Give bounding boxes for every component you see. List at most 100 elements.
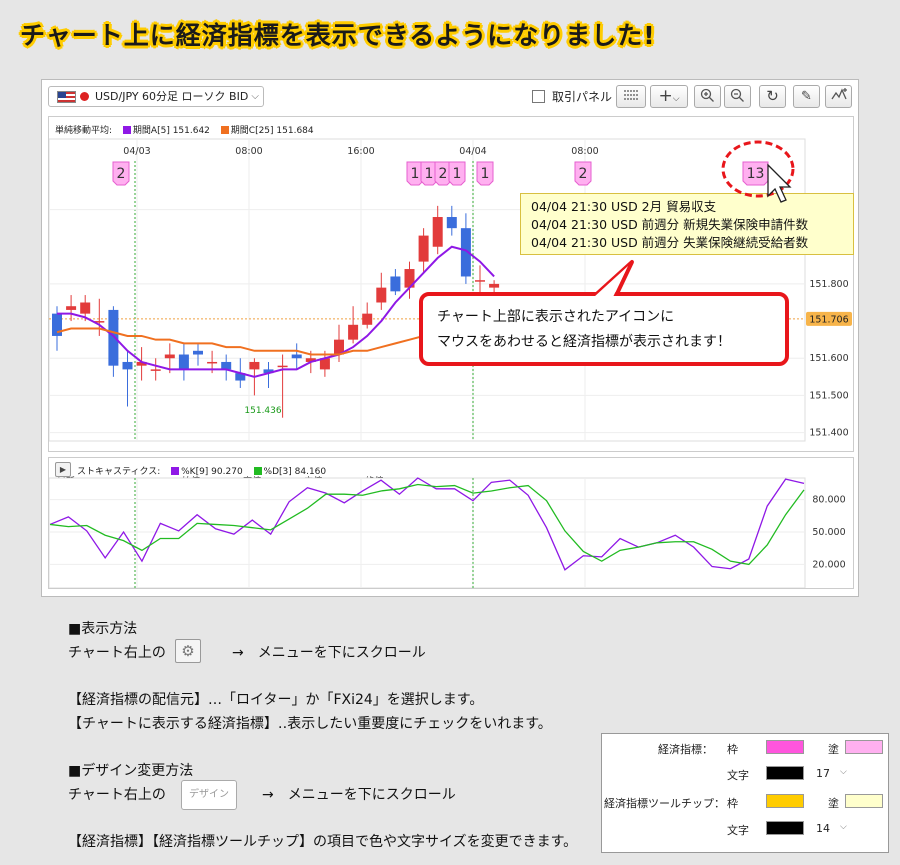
pen-icon: ✎ xyxy=(801,89,812,104)
tooltip-frame-color[interactable] xyxy=(766,794,804,808)
candle-body xyxy=(52,313,62,336)
current-price-label: 151.706 xyxy=(809,314,848,325)
candle-body xyxy=(291,354,302,359)
us-flag-icon xyxy=(57,91,76,103)
symbol-select-label: USD/JPY 60分足 ローソク BID xyxy=(95,90,249,103)
candle-body xyxy=(489,283,500,288)
event-marker-label: 1 xyxy=(411,166,420,182)
time-label: 04/03 xyxy=(123,146,150,157)
indicator-fill-label: 塗 xyxy=(828,743,839,756)
time-label: 08:00 xyxy=(571,146,598,157)
source-line: 【経済指標の配信元】…「ロイター」か「FXi24」を選択します。 xyxy=(68,692,484,708)
candle-body xyxy=(108,309,119,366)
crosshair-button[interactable]: +⌵ xyxy=(650,85,688,108)
zoom-in-icon xyxy=(700,88,714,102)
design-settings-panel: 経済指標： 枠 塗 文字 17 ⌵ 経済指標ツールチップ： 枠 塗 文字 14 … xyxy=(601,733,889,853)
chevron-down-icon[interactable]: ⌵ xyxy=(840,767,847,777)
tooltip-fill-color[interactable] xyxy=(845,794,883,808)
candle-body xyxy=(150,369,161,371)
candle-body xyxy=(475,280,485,282)
tooltip-fill-label: 塗 xyxy=(828,797,839,810)
candle-body xyxy=(390,276,401,292)
tooltip-label: 経済指標ツールチップ： xyxy=(604,797,725,810)
display-step-prefix: チャート右上の xyxy=(68,645,166,661)
event-marker-label: 2 xyxy=(579,166,588,182)
highlighted-marker-label: 13 xyxy=(747,166,765,182)
candle-body xyxy=(348,324,359,340)
crosshair-icon: + xyxy=(658,86,673,106)
tooltip-text-size[interactable]: 14 xyxy=(816,822,830,835)
low-price-label: 151.436 xyxy=(244,406,281,416)
explanation-callout: チャート上部に表示されたアイコンに マウスをあわせると経済指標が表示されます！ xyxy=(419,292,789,366)
reload-button[interactable]: ↻ xyxy=(759,85,786,108)
indicator-text-label: 文字 xyxy=(727,769,749,782)
indicator-icon xyxy=(830,88,847,100)
chevron-down-icon: ⌵ xyxy=(672,94,680,104)
time-label: 08:00 xyxy=(235,146,262,157)
reload-icon: ↻ xyxy=(766,87,779,105)
candle-body xyxy=(362,313,373,325)
zoom-out-button[interactable] xyxy=(724,85,751,108)
candlestick-chart: 04/0308:0016:0004/0408:00152.000151.8001… xyxy=(49,138,852,442)
jp-flag-icon xyxy=(80,92,89,101)
price-label: 151.800 xyxy=(809,279,848,290)
tooltip-frame-label: 枠 xyxy=(727,797,738,810)
price-label: 151.600 xyxy=(809,353,848,364)
price-label: 151.500 xyxy=(809,390,848,401)
indicator-frame-label: 枠 xyxy=(727,743,738,756)
price-label: 151.400 xyxy=(809,428,848,439)
event-marker-label: 2 xyxy=(117,166,126,182)
candle-body xyxy=(207,361,218,364)
stochastics-plot-area xyxy=(49,477,806,588)
design-heading: ■デザイン変更方法 xyxy=(68,763,194,779)
design-note: 【経済指標】【経済指標ツールチップ】の項目で色や文字サイズを変更できます。 xyxy=(68,834,578,850)
zoom-in-button[interactable] xyxy=(694,85,721,108)
time-label: 16:00 xyxy=(347,146,374,157)
level-label: 50.000 xyxy=(812,527,845,538)
candle-body xyxy=(277,365,288,368)
tooltip-line-1: 04/04 21:30 USD 2月 貿易収支 xyxy=(531,199,717,214)
indicator-fill-color[interactable] xyxy=(845,740,883,754)
gear-icon: ⚙ xyxy=(181,642,195,660)
stochastics-panel[interactable]: ▶ ストキャスティクス: %K[9] 90.270 %D[3] 84.160 8… xyxy=(48,457,854,589)
event-marker-label: 1 xyxy=(481,166,490,182)
stochastics-chart: 80.000 50.000 20.000 xyxy=(49,477,846,588)
callout-line-2: マウスをあわせると経済指標が表示されます！ xyxy=(437,334,731,350)
display-heading: ■表示方法 xyxy=(68,621,138,637)
headline: チャート上に経済指標を表示できるようになりました! xyxy=(20,21,656,50)
indicator-text-color[interactable] xyxy=(766,766,804,780)
chevron-down-icon: ⌵ xyxy=(251,91,259,102)
candle-body xyxy=(376,287,387,303)
candle-body xyxy=(80,302,91,314)
main-chart-panel[interactable]: 単純移動平均: 期間A[5] 151.642 期間C[25] 151.684 0… xyxy=(48,116,854,487)
symbol-select[interactable]: USD/JPY 60分足 ローソク BID ⌵ xyxy=(48,86,264,107)
settings-button-image: ⚙ xyxy=(175,639,201,663)
candle-body xyxy=(432,217,443,247)
event-marker-label: 1 xyxy=(425,166,434,182)
candle-body xyxy=(193,350,203,355)
level-label: 80.000 xyxy=(812,495,845,506)
callout-line-1: チャート上部に表示されたアイコンに xyxy=(437,309,675,325)
display-step-arrow: → メニューを下にスクロール xyxy=(232,645,426,661)
candle-body xyxy=(122,361,133,370)
chevron-down-icon[interactable]: ⌵ xyxy=(840,822,847,832)
indicator-text-size[interactable]: 17 xyxy=(816,767,830,780)
level-label: 20.000 xyxy=(812,559,845,570)
order-list-button[interactable] xyxy=(616,85,646,108)
candle-body xyxy=(446,217,457,229)
tooltip-text-label: 文字 xyxy=(727,824,749,837)
tooltip-text-color[interactable] xyxy=(766,821,804,835)
order-list-icon xyxy=(624,90,638,100)
time-label: 04/04 xyxy=(459,146,486,157)
candle-body xyxy=(164,354,175,359)
event-marker-label: 1 xyxy=(453,166,462,182)
zoom-out-icon xyxy=(730,88,744,102)
trade-panel-checkbox[interactable] xyxy=(532,90,545,103)
indicator-frame-color[interactable] xyxy=(766,740,804,754)
indicator-button[interactable] xyxy=(825,85,852,108)
candle-body xyxy=(221,361,232,370)
tooltip-line-3: 04/04 21:30 USD 前週分 失業保険継続受給者数 xyxy=(531,235,809,250)
draw-button[interactable]: ✎ xyxy=(793,85,820,108)
tooltip-line-2: 04/04 21:30 USD 前週分 新規失業保険申請件数 xyxy=(531,217,809,232)
candle-body xyxy=(66,306,77,310)
